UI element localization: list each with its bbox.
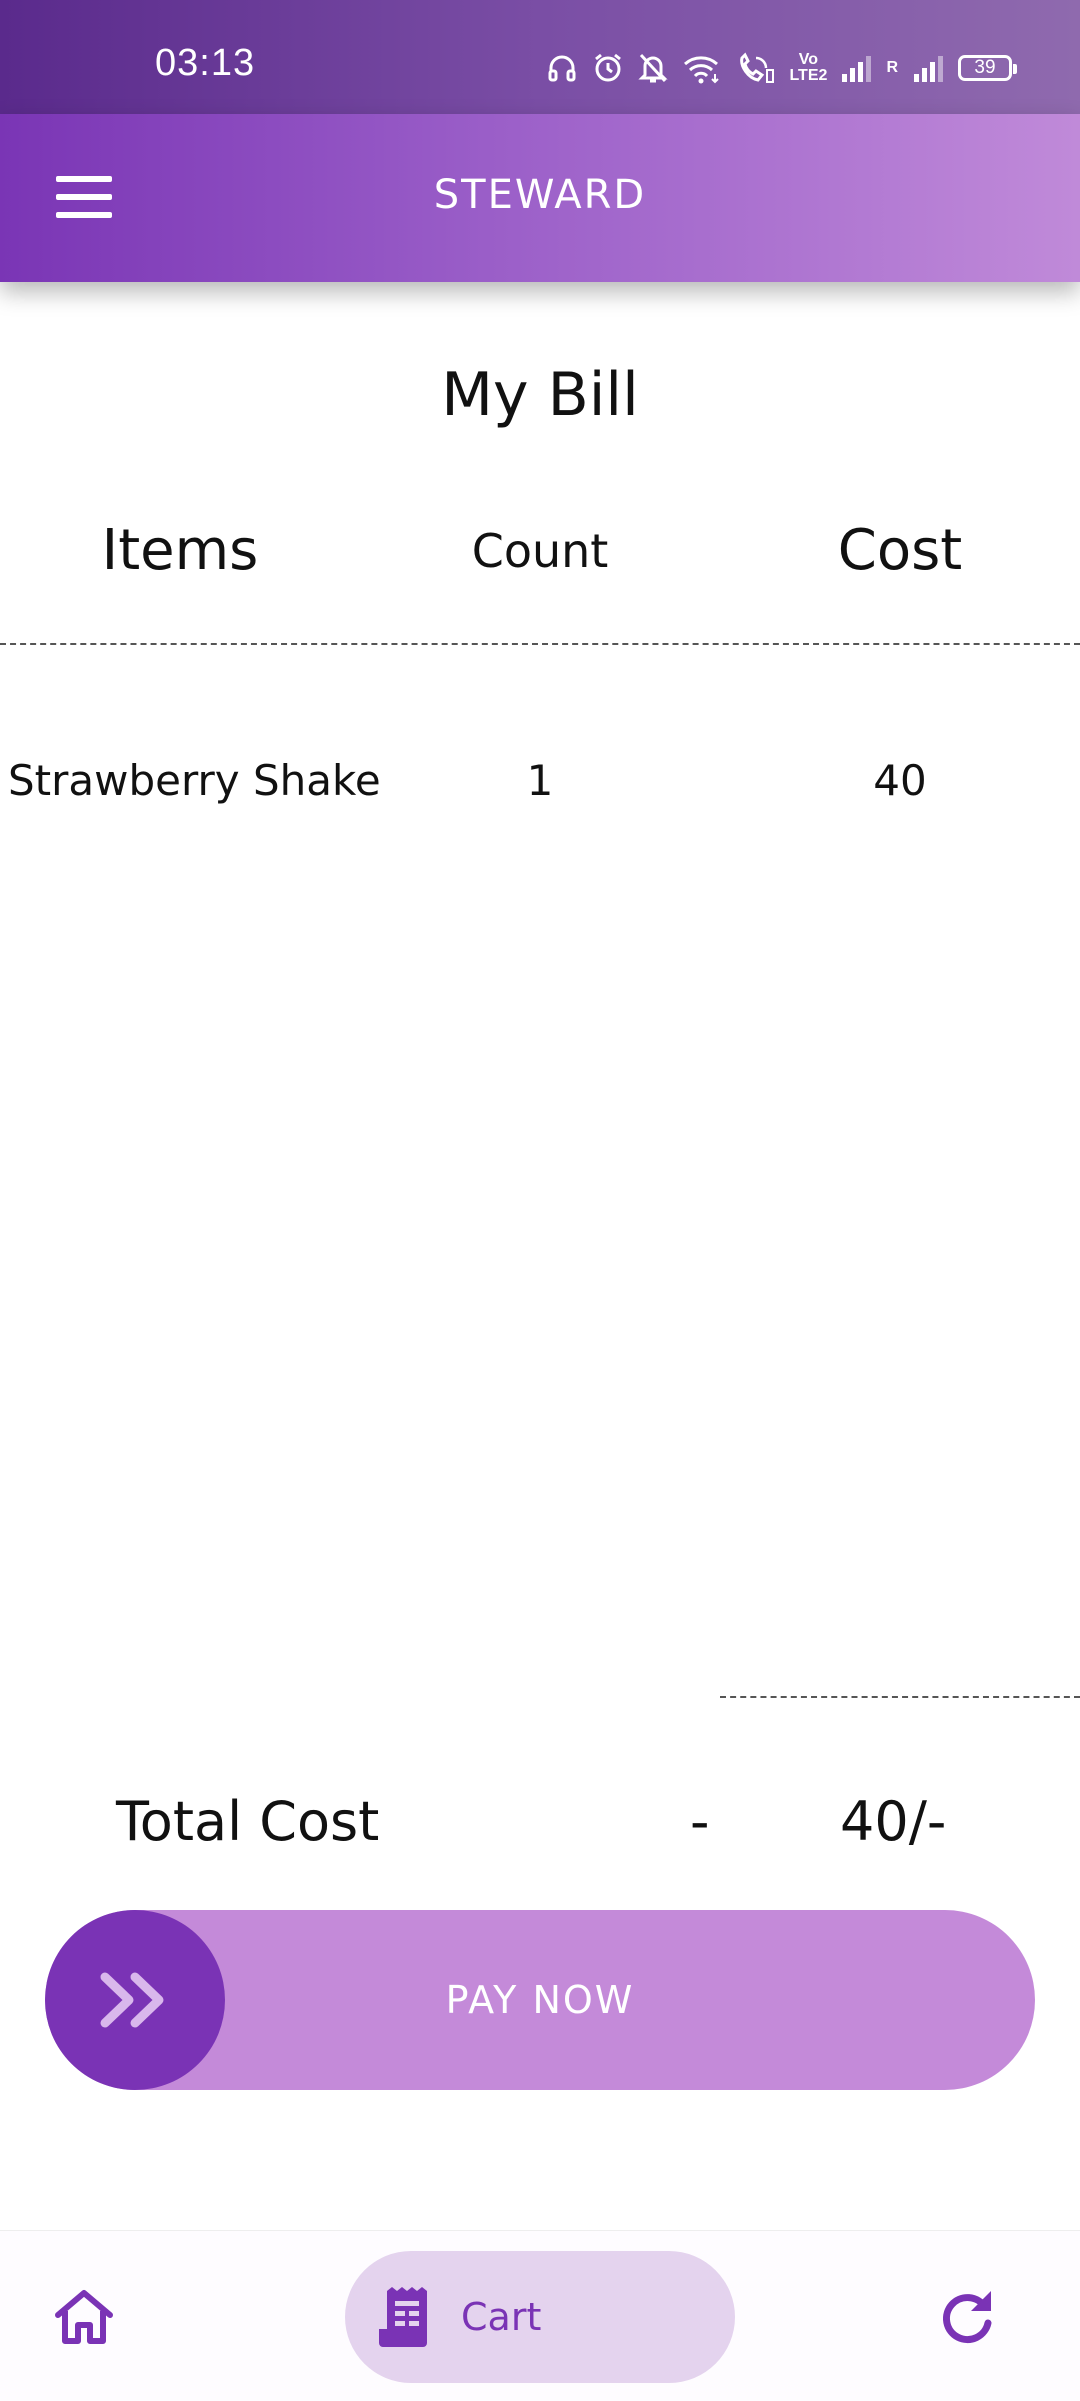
- signal-icon: [840, 48, 872, 88]
- column-header-items: Items: [101, 518, 259, 583]
- total-cost-value: 40/-: [840, 1790, 947, 1853]
- pay-now-slider[interactable]: PAY NOW: [45, 1910, 1035, 2090]
- receipt-icon: [379, 2287, 427, 2347]
- home-icon: [55, 2290, 113, 2344]
- headphones-icon: [546, 48, 578, 88]
- nav-cart[interactable]: Cart: [345, 2251, 735, 2383]
- app-title: STEWARD: [433, 172, 647, 218]
- total-divider: [720, 1696, 1080, 1698]
- status-bar: 03:13 Vo LTE2 R 39: [0, 0, 1080, 114]
- status-time: 03:13: [155, 42, 256, 84]
- refresh-icon: [943, 2291, 992, 2344]
- row-item-name: Strawberry Shake: [8, 756, 381, 805]
- slider-handle[interactable]: [45, 1910, 225, 2090]
- page-title: My Bill: [441, 360, 639, 430]
- battery-icon: 39: [958, 48, 1017, 88]
- nav-cart-label: Cart: [461, 2295, 542, 2339]
- alarm-icon: [592, 48, 624, 88]
- signal-icon-2: [912, 48, 944, 88]
- total-separator: -: [690, 1790, 710, 1853]
- bottom-nav: Cart: [0, 2230, 1080, 2401]
- bell-off-icon: [638, 48, 669, 88]
- header-divider: [0, 643, 1080, 645]
- roaming-indicator: R: [886, 59, 898, 76]
- double-chevron-right-icon: [100, 1972, 164, 2028]
- column-header-cost: Cost: [837, 518, 963, 583]
- row-item-count: 1: [526, 756, 554, 805]
- total-cost-label: Total Cost: [116, 1790, 380, 1853]
- column-header-count: Count: [471, 524, 609, 578]
- wifi-calling-icon: [736, 48, 776, 88]
- nav-refresh[interactable]: [935, 2285, 999, 2349]
- battery-level: 39: [958, 55, 1017, 81]
- status-icons: Vo LTE2 R 39: [546, 48, 1017, 88]
- volte-icon: Vo LTE2: [789, 51, 828, 84]
- row-item-cost: 40: [873, 756, 927, 805]
- wifi-icon: [682, 48, 722, 88]
- nav-home[interactable]: [52, 2285, 116, 2349]
- app-bar: STEWARD: [0, 114, 1080, 282]
